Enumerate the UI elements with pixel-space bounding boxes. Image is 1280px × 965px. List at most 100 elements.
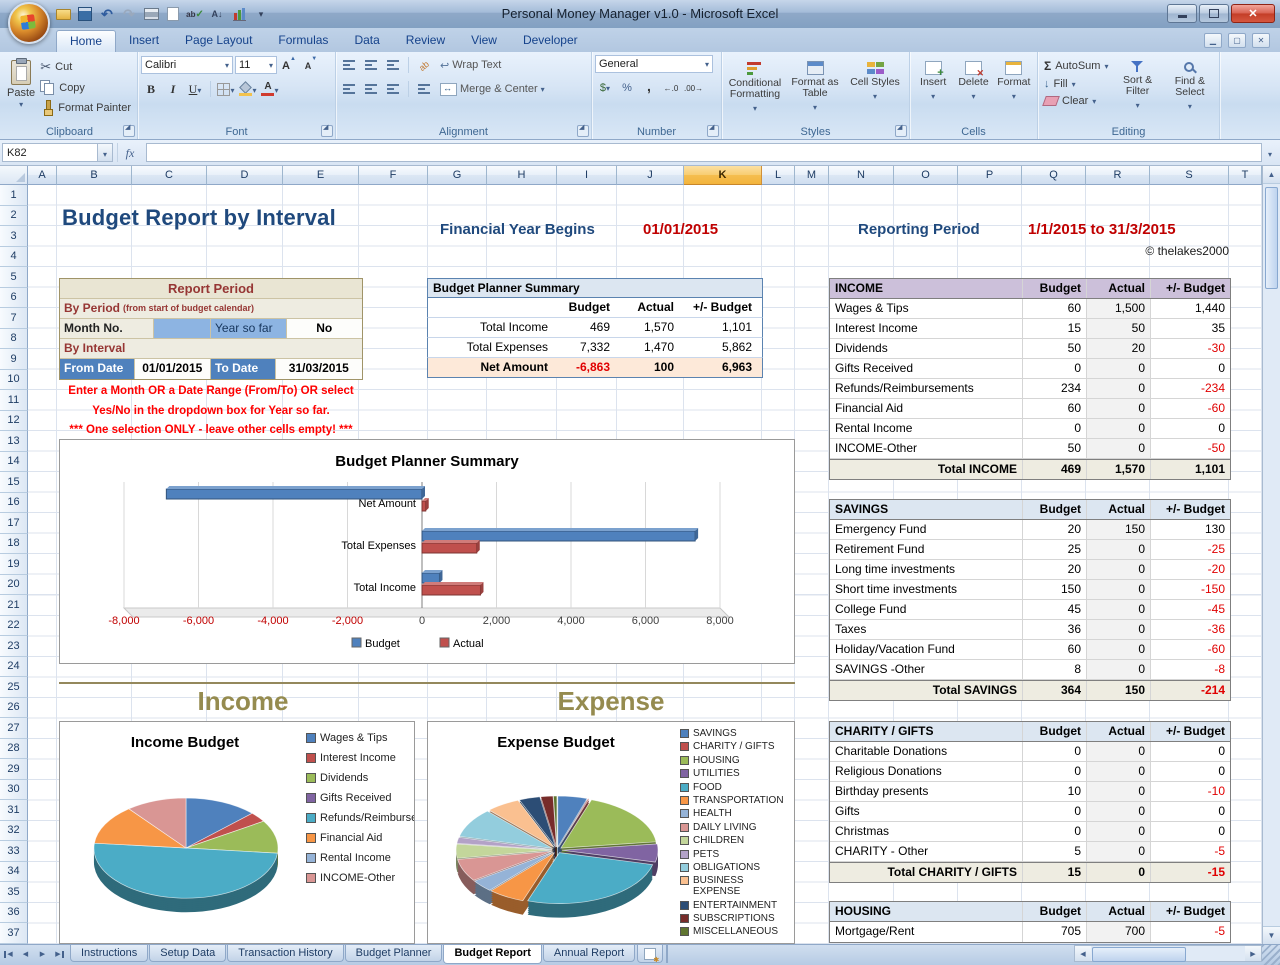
column-header-cell[interactable]: Budget [1023, 902, 1087, 921]
cell[interactable]: Total SAVINGS [830, 681, 1023, 700]
fill-color-button[interactable] [238, 79, 258, 99]
row-header-20[interactable]: 20 [0, 575, 28, 596]
year-so-far-value[interactable]: No [287, 319, 363, 338]
from-date-value[interactable]: 01/01/2015 [135, 359, 212, 379]
row-header-31[interactable]: 31 [0, 800, 28, 821]
cell[interactable]: 6,963 [680, 358, 758, 377]
cell[interactable]: 1,570 [1087, 460, 1151, 479]
column-header-t[interactable]: T [1229, 166, 1262, 185]
cell[interactable]: 50 [1087, 319, 1151, 338]
shrink-font-button[interactable] [301, 55, 321, 75]
ribbon-tab-data[interactable]: Data [341, 30, 392, 52]
vertical-scroll-thumb[interactable] [1265, 187, 1278, 289]
cell[interactable]: 0 [1023, 419, 1087, 438]
cell[interactable]: 0 [1151, 762, 1230, 781]
cell[interactable]: -5 [1151, 922, 1230, 942]
cell[interactable]: 5,862 [680, 338, 758, 357]
cell[interactable]: -8 [1151, 660, 1230, 679]
cell[interactable]: -60 [1151, 399, 1230, 418]
cell[interactable]: Dividends [830, 339, 1023, 358]
cell[interactable]: 45 [1023, 600, 1087, 619]
dialog-launcher-icon[interactable] [321, 125, 333, 137]
cell[interactable]: 0 [1087, 762, 1151, 781]
cell[interactable]: INCOME-Other [830, 439, 1023, 458]
column-header-j[interactable]: J [617, 166, 684, 185]
ribbon-tab-insert[interactable]: Insert [116, 30, 172, 52]
wrap-text-button[interactable]: Wrap Text [436, 58, 505, 73]
cell[interactable]: Total INCOME [830, 460, 1023, 479]
insert-function-button[interactable] [117, 143, 142, 162]
row-header-26[interactable]: 26 [0, 698, 28, 719]
ribbon-tab-page-layout[interactable]: Page Layout [172, 30, 265, 52]
cell[interactable]: Retirement Fund [830, 540, 1023, 559]
tab-scroll-next-button[interactable] [34, 945, 51, 963]
row-header-13[interactable]: 13 [0, 431, 28, 452]
cell[interactable]: -15 [1151, 863, 1230, 882]
cell[interactable]: 0 [1087, 822, 1151, 841]
column-header-cell[interactable]: Budget [1023, 500, 1087, 519]
column-header-o[interactable]: O [894, 166, 958, 185]
align-right-button[interactable] [383, 79, 403, 99]
cell[interactable] [428, 298, 556, 317]
sheet-canvas[interactable]: Budget Report by Interval Financial Year… [28, 185, 1262, 944]
merge-center-button[interactable]: Merge & Center [436, 82, 549, 97]
cell[interactable]: 700 [1087, 922, 1151, 942]
row-header-16[interactable]: 16 [0, 493, 28, 514]
cell[interactable]: 0 [1023, 762, 1087, 781]
cell[interactable]: Birthday presents [830, 782, 1023, 801]
borders-button[interactable] [216, 79, 236, 99]
financial-year-label[interactable]: Financial Year Begins [440, 221, 595, 238]
accounting-format-button[interactable] [595, 77, 615, 97]
formula-bar-expand-button[interactable] [1262, 143, 1278, 162]
formula-input[interactable] [146, 143, 1262, 162]
number-format-select[interactable]: General [595, 55, 713, 73]
cell[interactable]: 705 [1023, 922, 1087, 942]
column-header-cell[interactable]: Actual [1087, 279, 1151, 298]
row-header-19[interactable]: 19 [0, 554, 28, 575]
paste-button[interactable]: Paste [5, 55, 37, 121]
cell[interactable]: 0 [1087, 782, 1151, 801]
tab-splitter[interactable] [666, 945, 675, 963]
column-header-a[interactable]: A [28, 166, 57, 185]
cell[interactable]: 1,500 [1087, 299, 1151, 318]
row-header-6[interactable]: 6 [0, 288, 28, 309]
cell[interactable]: 10 [1023, 782, 1087, 801]
cell[interactable]: 1,101 [680, 318, 758, 337]
cell[interactable]: 469 [556, 318, 616, 337]
column-header-h[interactable]: H [487, 166, 557, 185]
cell[interactable]: 0 [1087, 640, 1151, 659]
percent-style-button[interactable] [617, 77, 637, 97]
row-header-29[interactable]: 29 [0, 759, 28, 780]
cell[interactable]: 0 [1087, 580, 1151, 599]
cell[interactable]: 150 [1023, 580, 1087, 599]
cut-button[interactable]: Cut [37, 58, 134, 76]
cell[interactable]: -20 [1151, 560, 1230, 579]
cell[interactable]: Total Income [428, 318, 556, 337]
table-title-cell[interactable]: INCOME [830, 279, 1023, 298]
table-title-cell[interactable]: HOUSING [830, 902, 1023, 921]
cell[interactable]: Taxes [830, 620, 1023, 639]
row-header-8[interactable]: 8 [0, 329, 28, 350]
ribbon-tab-formulas[interactable]: Formulas [265, 30, 341, 52]
column-header-f[interactable]: F [359, 166, 428, 185]
row-header-3[interactable]: 3 [0, 226, 28, 247]
cell[interactable]: 7,332 [556, 338, 616, 357]
align-middle-button[interactable] [361, 55, 381, 75]
cell[interactable]: Christmas [830, 822, 1023, 841]
cell[interactable]: Emergency Fund [830, 520, 1023, 539]
column-header-g[interactable]: G [428, 166, 487, 185]
sheet-tab-budget-planner[interactable]: Budget Planner [345, 945, 443, 962]
row-header-11[interactable]: 11 [0, 390, 28, 411]
cell[interactable]: -36 [1151, 620, 1230, 639]
by-interval-label[interactable]: By Interval [60, 339, 125, 358]
insert-cells-button[interactable]: Insert [913, 55, 953, 121]
budget-planner-summary-chart[interactable]: -8,000-6,000-4,000-2,00002,0004,0006,000… [59, 439, 795, 664]
row-header-7[interactable]: 7 [0, 308, 28, 329]
office-button[interactable] [8, 2, 50, 44]
column-header-c[interactable]: C [132, 166, 207, 185]
fill-button[interactable]: Fill [1041, 77, 1111, 91]
cell[interactable]: 15 [1023, 319, 1087, 338]
row-header-2[interactable]: 2 [0, 206, 28, 227]
cell[interactable]: 0 [1087, 620, 1151, 639]
column-header-k[interactable]: K [684, 166, 762, 185]
